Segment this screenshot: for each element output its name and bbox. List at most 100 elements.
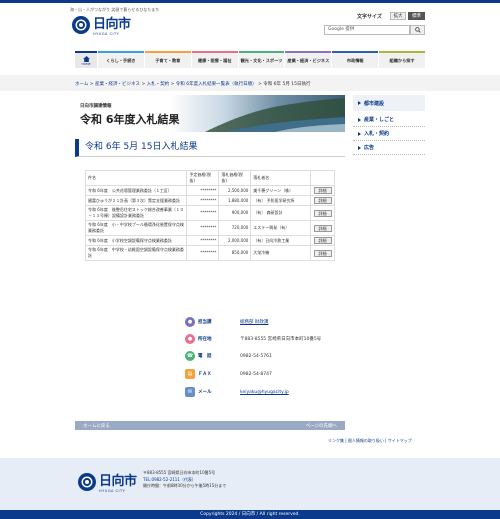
col-header-action [310,170,335,186]
cell-name: 令和 6年度 公共花壇管理業務委託（１工区） [84,185,188,196]
contact-address: ● 所在地 〒883-8555 宮崎県日向市本町10番5号 [185,330,345,348]
contact-dept-label: 担当課 [198,320,212,325]
contact-fax-label: ＦＡＸ [198,372,212,377]
breadcrumb-results-list[interactable]: 令和 6年度入札結果一覧表（執行日順） [176,82,257,87]
cell-winner: （有） 森研設計 [250,205,312,221]
nav-item-health[interactable]: 健康・医療・福祉 [191,51,238,68]
search-icon [414,27,421,33]
detail-button[interactable]: 詳細 [313,209,332,217]
breadcrumb-home[interactable]: ホーム [75,82,88,87]
cell-planned: ******** [186,245,220,261]
cell-planned: ******** [186,205,220,221]
page-top-link[interactable]: ページの先頭へ [306,423,337,429]
breadcrumb-business[interactable]: 産業・経済・ビジネス [95,82,140,87]
home-back-link[interactable]: ホームに戻る [83,423,110,429]
cell-winner: エステー興発（有） [250,220,312,236]
detail-button[interactable]: 詳細 [313,249,332,257]
table-row: 令和 6年度 小・中学校プール循環浄化装置保守点検業務委託 ******** 720… [84,220,335,236]
search-input[interactable]: Google 提供 [324,25,410,35]
banner-title: 令和 6年度入札結果 [80,113,180,126]
fax-icon: ▤ [185,369,195,379]
sidebar: 都市建設 産業・しごと 入札・契約 広告 [353,95,425,155]
nav-item-life[interactable]: くらし・手続き [98,51,144,68]
cell-winner: （有） 予防医学研究所 [250,195,312,206]
cell-winner: （有）日向冷熱工業 [250,235,312,246]
cell-name: 令和 6年度 小学校空調設備保守点検業務委託 [84,235,188,246]
nav-item-government[interactable]: 市政情報 [332,51,379,68]
site-logo[interactable]: 日向市 HYUGA CITY [72,13,131,36]
contact-mail-label: メール [198,390,212,395]
nav-item-tourism[interactable]: 観光・文化・スポーツ [238,51,285,68]
sidebar-item-label: 産業・しごと [364,117,395,123]
footer-logo[interactable]: 日向市 HYUGA CITY [78,470,137,493]
nav-home[interactable]: HOME [75,51,97,68]
cell-name: 令和 6年度 中学校・幼稚園空調設備保守点検業務委託 [84,245,188,261]
cell-action: 詳細 [310,195,335,206]
phone-icon: ☎ [185,351,195,361]
breadcrumb-current: 令和 6年 5月 15日執行 [263,82,311,87]
cell-name: 令和 6年度 後整岳住宅ストック総合改善事業（１０－１３号棟）設備設計業務委託 [84,205,188,221]
arrow-icon [358,101,361,105]
table-row: 國富ひゅうが２１計画（第３次）策定支援業務委託 ******** 1,880,000… [84,195,335,206]
nav-item-business[interactable]: 産業・経済・ビジネス [285,51,332,68]
cell-price: 2,500,000 [218,185,252,196]
font-large-button[interactable]: 拡大 [390,12,406,20]
results-table: 件名 予定価格(税抜) 落札価格(税抜) 落札者名 令和 6年度 公共花壇管理業… [84,170,335,261]
nav-item-organization[interactable]: 組織から探す [379,51,426,68]
detail-button[interactable]: 詳細 [313,224,332,232]
person-icon: ● [185,317,195,327]
sidebar-item-ads[interactable]: 広告 [353,141,425,155]
sidebar-item-label: 入札・契約 [364,131,390,137]
contact-mail-link[interactable]: keiyaku@hyugacity.jp [240,390,289,395]
font-standard-button[interactable]: 標準 [408,12,425,20]
cell-name: 令和 6年度 小・中学校プール循環浄化装置保守点検業務委託 [84,220,188,236]
cell-name: 國富ひゅうが２１計画（第３次）策定支援業務委託 [84,195,188,206]
col-header-price: 落札価格(税抜) [218,170,252,186]
footer-address: 〒883-8555 宮崎県日向市本町10番5号 TEL:0982-52-2111… [143,470,226,490]
sidebar-item-bidding[interactable]: 入札・契約 [353,127,425,141]
footer-logo-text: 日向市 [99,474,137,489]
breadcrumb-bidding[interactable]: 入札・契約 [147,82,170,87]
cell-price: 1,880,000 [218,195,252,206]
logo-text: 日向市 [93,17,131,32]
footer-hours-line: 開庁時間：午前8時30分から午後5時15分まで [143,483,227,488]
detail-button[interactable]: 詳細 [313,187,332,194]
col-header-planned: 予定価格(税抜) [186,170,220,186]
table-row: 令和 6年度 中学校・幼稚園空調設備保守点検業務委託 ******** 850,00… [84,245,335,261]
page-nav-bar: ホームに戻る ページの先頭へ [75,421,345,430]
cell-planned: ******** [186,195,220,206]
site-footer [0,458,500,510]
breadcrumb: ホーム > 産業・経済・ビジネス > 入札・契約 > 令和 6年度入札結果一覧表… [75,82,311,87]
contact-fax: ▤ ＦＡＸ 0982-54-8747 [185,365,345,383]
table-row: 令和 6年度 公共花壇管理業務委託（１工区） ******** 2,500,000 美… [84,185,335,196]
contact-tel: ☎ 電 話 0982-54-5761 [185,347,345,365]
cell-price: 850,000 [218,245,252,261]
contact-address-label: 所在地 [198,337,212,342]
contact-tel-label: 電 話 [198,354,212,359]
main-nav: HOME くらし・手続き 子育て・教育 健康・医療・福祉 観光・文化・スポーツ … [75,51,426,68]
nav-home-label: HOME [81,61,91,66]
contact-dept-link[interactable]: 総務部 財政課 [240,319,268,325]
city-emblem-icon [72,15,90,34]
footer-links[interactable]: リンク集 | 個人情報の取り扱い | サイトマップ [328,438,412,444]
location-pin-icon: ● [185,334,195,344]
detail-button[interactable]: 詳細 [313,237,332,244]
col-header-winner: 落札者名 [250,170,312,186]
sidebar-item-label: 広告 [364,145,375,151]
search-button[interactable] [410,25,425,35]
table-header-row: 件名 予定価格(税抜) 落札価格(税抜) 落札者名 [84,170,335,186]
cell-winner: 大栄冷機 [250,245,312,261]
table-row: 令和 6年度 後整岳住宅ストック総合改善事業（１０－１３号棟）設備設計業務委託 *… [84,205,335,221]
mail-icon: ✉ [185,387,195,397]
city-emblem-icon [78,472,96,491]
sidebar-item-industry[interactable]: 産業・しごと [353,113,425,127]
footer-address-line: 〒883-8555 宮崎県日向市本町10番5号 [143,470,216,475]
cell-action: 詳細 [310,205,335,221]
table-row: 令和 6年度 小学校空調設備保守点検業務委託 ******** 2,000,000 （… [84,235,335,246]
cell-winner: 美千穂グリーン（株） [250,185,312,196]
cell-price: 2,000,000 [218,235,252,246]
cell-action: 詳細 [310,235,335,246]
sidebar-item-city[interactable]: 都市建設 [353,95,425,111]
nav-item-education[interactable]: 子育て・教育 [144,51,191,68]
detail-button[interactable]: 詳細 [313,197,332,204]
